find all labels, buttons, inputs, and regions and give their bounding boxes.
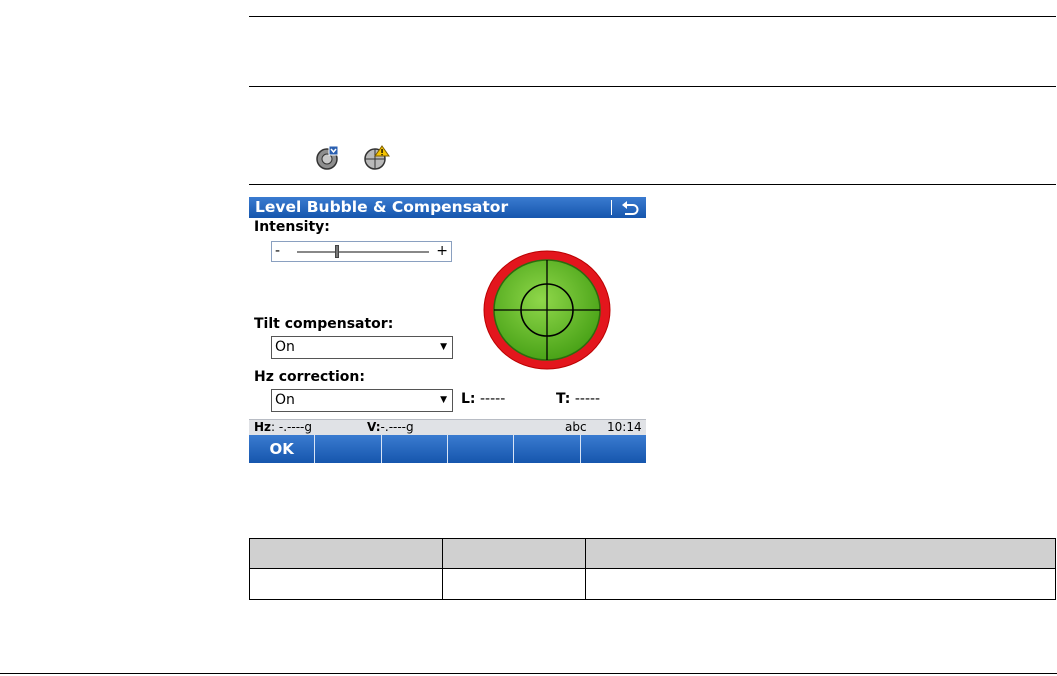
softkey-4[interactable]: [448, 435, 515, 463]
table-header-cell: [585, 538, 1056, 569]
compensator-on-icon: [316, 145, 339, 170]
v-status: V: -.----g: [367, 420, 414, 435]
input-mode: abc: [565, 420, 587, 434]
chevron-down-icon: ▼: [440, 395, 447, 405]
softkey-2[interactable]: [315, 435, 382, 463]
clock: 10:14: [607, 420, 642, 434]
level-bubble-graphic: [483, 250, 611, 370]
hz-correction-select[interactable]: On ▼: [271, 389, 453, 412]
table-cell: [249, 568, 443, 600]
intensity-plus[interactable]: +: [436, 242, 448, 261]
hz-status-label: Hz: [254, 420, 272, 434]
l-readout: L: -----: [461, 391, 505, 407]
status-bar: Hz: -.----g V: -.----g abc 10:14: [249, 419, 646, 435]
slider-thumb[interactable]: [334, 245, 339, 258]
l-readout-value: -----: [479, 391, 506, 407]
title-separator: [611, 200, 612, 215]
footer-rule: [0, 673, 1057, 674]
back-arrow-icon[interactable]: [620, 199, 640, 216]
title-bar: Level Bubble & Compensator: [249, 197, 646, 218]
softkey-5[interactable]: [514, 435, 581, 463]
section-rule: [249, 86, 1056, 87]
tilt-compensator-label: Tilt compensator:: [254, 316, 394, 332]
intensity-minus[interactable]: -: [275, 242, 280, 261]
hz-correction-label: Hz correction:: [254, 369, 365, 385]
hz-status-value: : -.----g: [271, 420, 312, 434]
hz-status: Hz: -.----g: [254, 420, 312, 435]
top-rule: [249, 16, 1056, 17]
table-cell: [585, 568, 1056, 600]
l-readout-label: L:: [461, 391, 476, 407]
softkey-3[interactable]: [382, 435, 448, 463]
table-header-cell: [249, 538, 443, 569]
tilt-compensator-select[interactable]: On ▼: [271, 336, 453, 359]
chevron-down-icon: ▼: [440, 342, 447, 352]
t-readout-value: -----: [574, 391, 601, 407]
softkey-bar: OK: [249, 435, 646, 463]
v-status-value: -.----g: [380, 420, 414, 434]
intensity-slider[interactable]: - +: [271, 241, 452, 262]
compensator-warning-icon: [364, 145, 390, 170]
v-status-label: V:: [367, 420, 381, 434]
description-table: [249, 538, 1056, 600]
slider-track[interactable]: [297, 251, 429, 253]
t-readout: T: -----: [556, 391, 600, 407]
softkey-6[interactable]: [581, 435, 646, 463]
intensity-label: Intensity:: [254, 219, 330, 235]
status-icon-group: [314, 144, 390, 172]
screen-title: Level Bubble & Compensator: [255, 198, 509, 216]
table-header-cell: [442, 538, 586, 569]
hz-correction-value: On: [275, 392, 295, 408]
instrument-screen: Level Bubble & Compensator Intensity: - …: [249, 197, 646, 463]
table-cell: [442, 568, 586, 600]
tilt-compensator-value: On: [275, 339, 295, 355]
screen-rule: [249, 184, 1056, 185]
ok-button[interactable]: OK: [249, 435, 316, 463]
t-readout-label: T:: [556, 391, 571, 407]
